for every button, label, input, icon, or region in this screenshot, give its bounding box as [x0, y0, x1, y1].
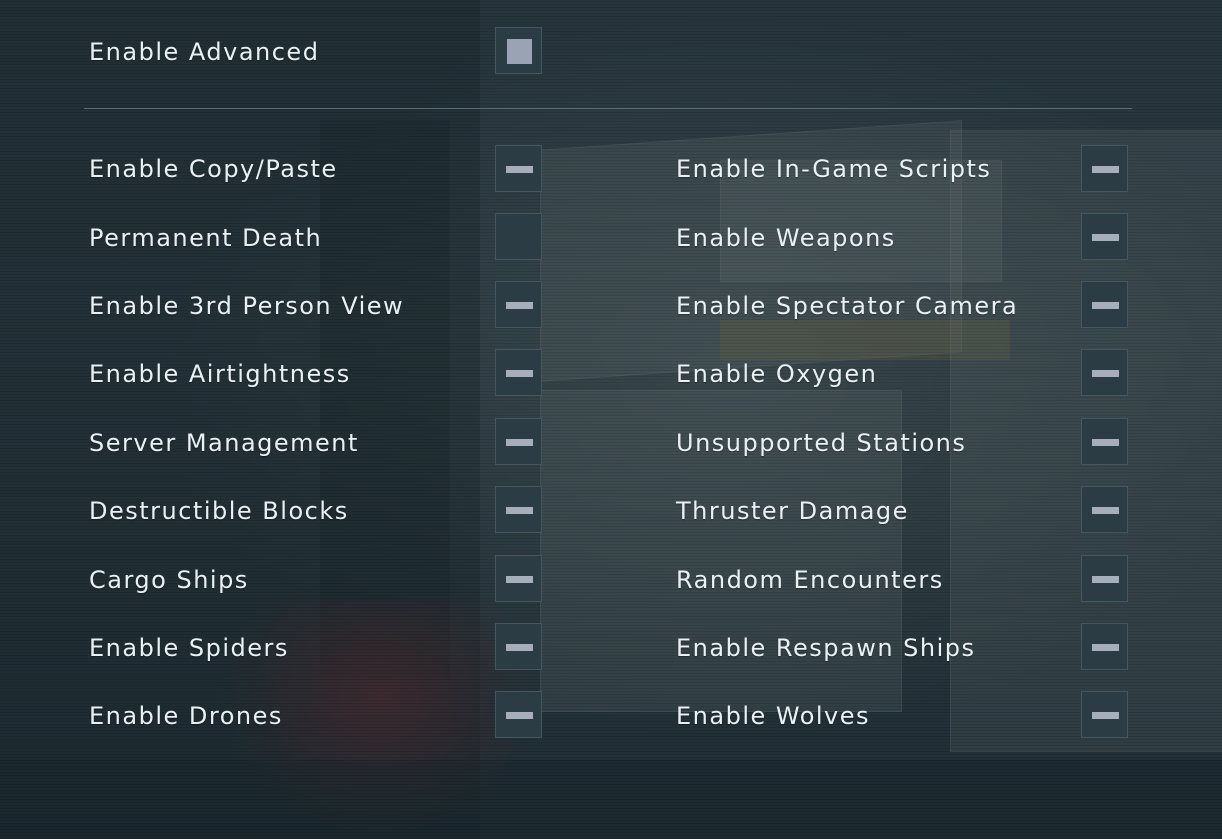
checkbox-dash-icon [506, 507, 533, 514]
checkbox-dash-icon [506, 370, 533, 377]
option-label: Enable Oxygen [676, 360, 878, 388]
option-label: Enable Airtightness [89, 360, 351, 388]
enable-respawn-ships-checkbox[interactable] [1081, 623, 1128, 670]
destructible-blocks-checkbox[interactable] [495, 486, 542, 533]
random-encounters-checkbox[interactable] [1081, 555, 1128, 602]
advanced-settings-panel: Enable Advanced Enable Copy/Paste Perman… [0, 0, 1222, 839]
enable-advanced-checkbox[interactable] [495, 27, 542, 74]
permanent-death-checkbox[interactable] [495, 213, 542, 260]
option-label: Thruster Damage [676, 497, 909, 525]
enable-advanced-label: Enable Advanced [89, 38, 320, 66]
checkbox-dash-icon [506, 644, 533, 651]
checkbox-dash-icon [1092, 370, 1119, 377]
enable-spectator-camera-checkbox[interactable] [1081, 281, 1128, 328]
server-management-checkbox[interactable] [495, 418, 542, 465]
cargo-ships-checkbox[interactable] [495, 555, 542, 602]
checkbox-indeterminate-icon [507, 39, 532, 64]
option-label: Enable Wolves [676, 702, 871, 730]
option-label: Enable Weapons [676, 224, 896, 252]
checkbox-dash-icon [1092, 576, 1119, 583]
checkbox-dash-icon [1092, 712, 1119, 719]
option-label: Destructible Blocks [89, 497, 349, 525]
checkbox-dash-icon [506, 712, 533, 719]
checkbox-dash-icon [1092, 507, 1119, 514]
enable-3rd-person-view-checkbox[interactable] [495, 281, 542, 328]
option-label: Enable Drones [89, 702, 283, 730]
option-label: Enable Spiders [89, 634, 289, 662]
enable-copy-paste-checkbox[interactable] [495, 145, 542, 192]
option-label: Enable In-Game Scripts [676, 155, 992, 183]
enable-in-game-scripts-checkbox[interactable] [1081, 145, 1128, 192]
option-label: Enable Respawn Ships [676, 634, 976, 662]
checkbox-dash-icon [1092, 166, 1119, 173]
option-label: Enable 3rd Person View [89, 292, 405, 320]
enable-oxygen-checkbox[interactable] [1081, 349, 1128, 396]
checkbox-dash-icon [506, 439, 533, 446]
checkbox-dash-icon [506, 576, 533, 583]
checkbox-dash-icon [1092, 439, 1119, 446]
checkbox-dash-icon [1092, 234, 1119, 241]
enable-wolves-checkbox[interactable] [1081, 691, 1128, 738]
option-label: Enable Copy/Paste [89, 155, 338, 183]
checkbox-dash-icon [506, 302, 533, 309]
option-label: Unsupported Stations [676, 429, 967, 457]
checkbox-dash-icon [1092, 302, 1119, 309]
thruster-damage-checkbox[interactable] [1081, 486, 1128, 533]
checkbox-dash-icon [506, 166, 533, 173]
enable-weapons-checkbox[interactable] [1081, 213, 1128, 260]
option-label: Random Encounters [676, 566, 944, 594]
enable-drones-checkbox[interactable] [495, 691, 542, 738]
option-label: Permanent Death [89, 224, 323, 252]
enable-airtightness-checkbox[interactable] [495, 349, 542, 396]
option-label: Server Management [89, 429, 359, 457]
section-divider [84, 108, 1132, 109]
option-label: Cargo Ships [89, 566, 249, 594]
checkbox-dash-icon [1092, 644, 1119, 651]
enable-spiders-checkbox[interactable] [495, 623, 542, 670]
unsupported-stations-checkbox[interactable] [1081, 418, 1128, 465]
option-label: Enable Spectator Camera [676, 292, 1019, 320]
